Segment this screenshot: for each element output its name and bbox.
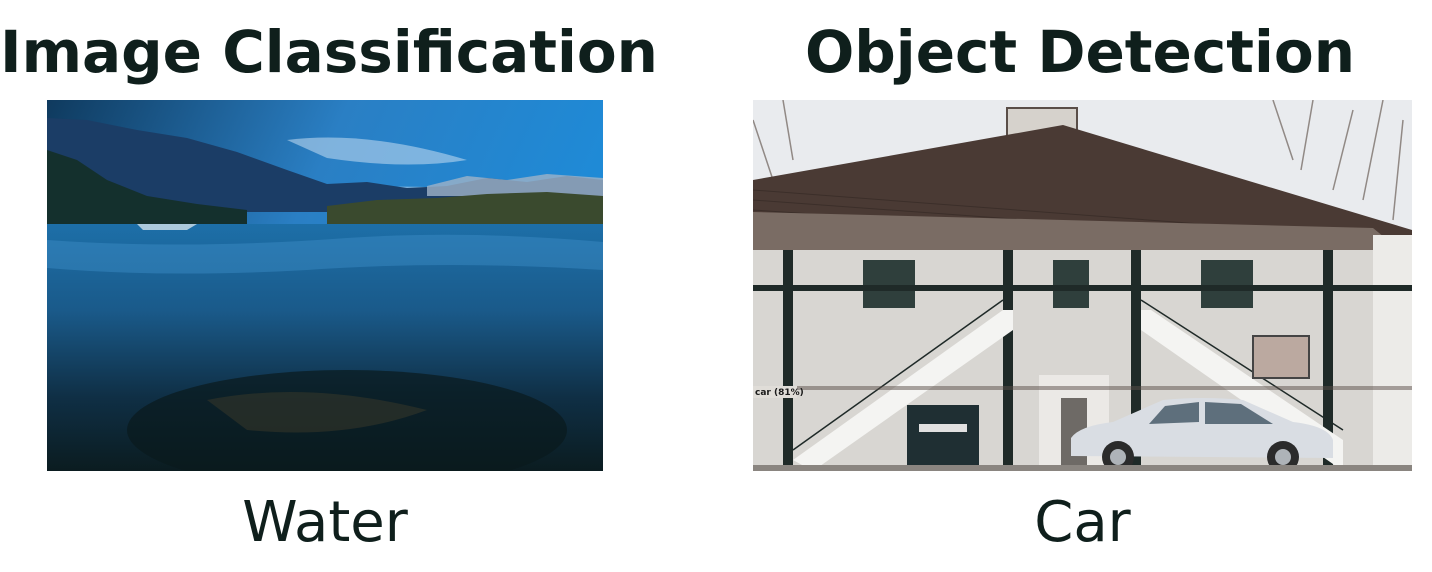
classification-title: Image Classification [0, 18, 658, 86]
window-center [1053, 260, 1089, 308]
waste-bin [907, 405, 979, 471]
bin-label [919, 424, 967, 432]
lake-photo [47, 100, 603, 471]
dock [137, 224, 197, 230]
classification-label: Water [242, 490, 408, 555]
ground [753, 465, 1412, 471]
house-photo: car (81%) [753, 100, 1412, 471]
detection-label: Car [1034, 490, 1131, 555]
side-wall [1373, 235, 1412, 471]
house-scene: car (81%) [753, 100, 1412, 471]
window-right [1201, 260, 1253, 308]
detection-box-edge [753, 386, 1412, 390]
window-left [863, 260, 915, 308]
detection-title: Object Detection [804, 18, 1355, 86]
notice-board [1252, 335, 1310, 379]
lake-scene [47, 100, 603, 471]
detection-tag: car (81%) [755, 388, 804, 398]
porch-beam [753, 285, 1412, 291]
